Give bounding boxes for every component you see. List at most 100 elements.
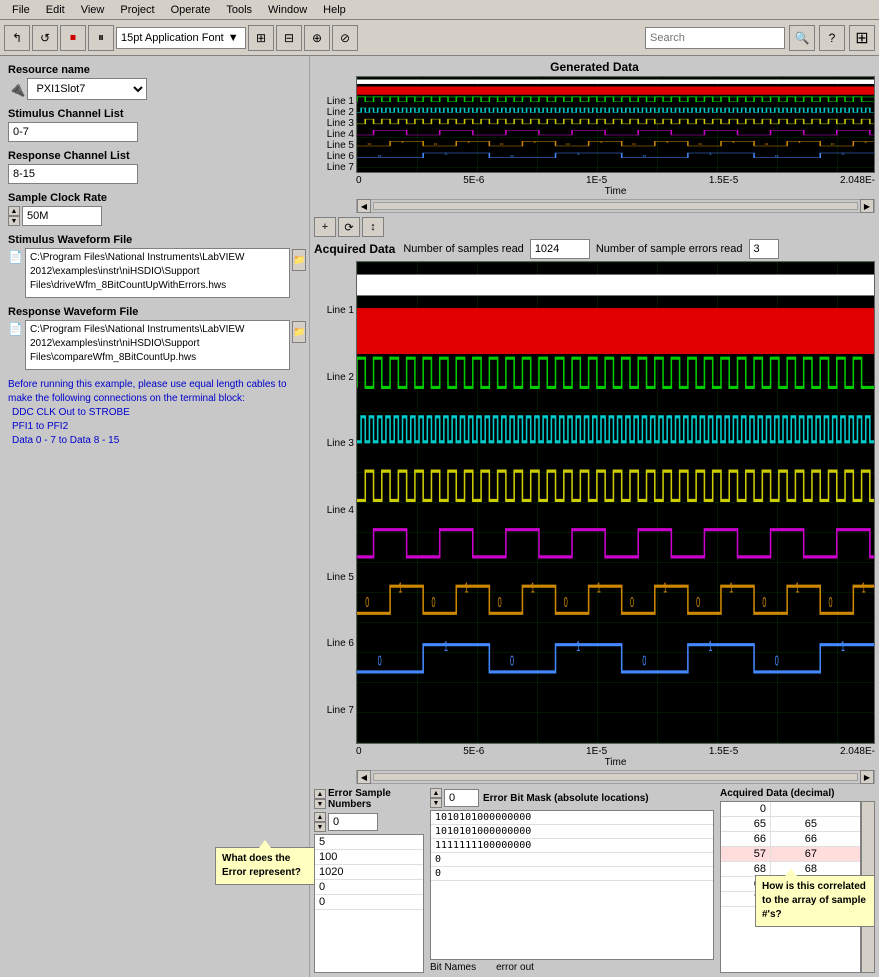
conn-item-2: PFI1 to PFI2 <box>12 420 301 434</box>
gen-line3-label: Line 3 <box>314 118 354 129</box>
stimulus-channel-input[interactable] <box>8 122 138 142</box>
error-sample-title: Error Sample Numbers <box>328 788 424 810</box>
svg-text:1: 1 <box>531 581 535 596</box>
svg-text:1: 1 <box>862 581 866 596</box>
svg-text:1: 1 <box>663 581 667 596</box>
font-selector[interactable]: 15pt Application Font ▼ <box>116 27 246 49</box>
gen-scroll-left-btn[interactable]: ◀ <box>357 199 371 213</box>
stimulus-file-icon: 📄 <box>8 250 23 264</box>
acq-scroll-right-btn[interactable]: ▶ <box>860 770 874 784</box>
sample-clock-down[interactable]: ▼ <box>8 216 20 226</box>
stimulus-browse-btn[interactable]: 📁 <box>292 249 306 271</box>
error-index-up[interactable]: ▲ <box>314 812 326 822</box>
decimal-left-0: 0 <box>721 802 771 816</box>
sample-clock-group: Sample Clock Rate ▲ ▼ <box>8 192 301 226</box>
correlation-tooltip: How is this correlated to the array of s… <box>755 875 875 927</box>
menu-window[interactable]: Window <box>260 2 315 18</box>
svg-text:0: 0 <box>831 143 835 145</box>
response-browse-btn[interactable]: 📁 <box>292 321 306 343</box>
gen-x3: 1.5E-5 <box>709 175 738 186</box>
response-file-icon: 📄 <box>8 322 23 336</box>
error-sample-item-3: 1020 <box>315 865 423 880</box>
menu-file[interactable]: File <box>4 2 38 18</box>
acq-chart-scrollbar[interactable]: ◀ ▶ <box>356 770 875 784</box>
error-index-down[interactable]: ▼ <box>314 822 326 832</box>
response-channel-label: Response Channel List <box>8 150 301 162</box>
bitmask-item-4: 0 <box>431 853 713 867</box>
bitmask-down[interactable]: ▼ <box>430 798 442 808</box>
acq-line5-label: Line 5 <box>314 572 354 583</box>
acq-scroll-left-btn[interactable]: ◀ <box>357 770 371 784</box>
reorder-btn[interactable]: ⊘ <box>332 25 358 51</box>
search-input[interactable] <box>645 27 785 49</box>
svg-text:1: 1 <box>576 153 580 155</box>
bitmask-item-1: 1010101000000000 <box>431 811 713 825</box>
error-sample-item-4: 0 <box>315 880 423 895</box>
acq-cursor-btn[interactable]: ↕ <box>362 217 384 237</box>
font-name: 15pt Application Font <box>121 32 224 44</box>
info-text: Before running this example, please use … <box>8 378 301 406</box>
gen-x4: 2.048E- <box>840 175 875 186</box>
broken-run-btn[interactable]: ↺ <box>32 25 58 51</box>
gen-x-labels: 0 5E-6 1E-5 1.5E-5 2.048E- <box>356 173 875 186</box>
acq-x3: 1.5E-5 <box>709 746 738 757</box>
menu-edit[interactable]: Edit <box>38 2 73 18</box>
decimal-right-1: 65 <box>771 817 821 831</box>
error-sample-down[interactable]: ▼ <box>314 799 326 809</box>
gen-scroll-right-btn[interactable]: ▶ <box>860 199 874 213</box>
pause-btn[interactable]: ⏸ <box>88 25 114 51</box>
svg-text:0: 0 <box>829 596 833 611</box>
decimal-right-3: 67 <box>771 847 821 861</box>
menu-project[interactable]: Project <box>112 2 162 18</box>
help-btn[interactable]: ? <box>819 25 845 51</box>
distribute-btn[interactable]: ⊟ <box>276 25 302 51</box>
svg-text:1: 1 <box>864 141 868 143</box>
decimal-right-0 <box>771 802 821 816</box>
error-bit-mask-list[interactable]: 1010101000000000 1010101000000000 111111… <box>430 810 714 960</box>
acq-zoom-in-btn[interactable]: + <box>314 217 336 237</box>
resource-name-group: Resource name 🔌 PXI1Slot7 <box>8 64 301 100</box>
menu-operate[interactable]: Operate <box>163 2 219 18</box>
svg-text:1: 1 <box>597 581 601 596</box>
svg-text:1: 1 <box>576 640 580 655</box>
svg-text:1: 1 <box>533 141 537 143</box>
acq-decimal-title: Acquired Data (decimal) <box>720 788 875 799</box>
acquired-data-chart[interactable]: 0 1 0 1 0 1 0 1 0 1 0 1 0 <box>356 261 875 744</box>
connection-list: DDC CLK Out to STROBE PFI1 to PFI2 Data … <box>12 406 301 448</box>
generated-data-chart[interactable]: 0 1 0 1 0 1 0 1 0 1 0 1 0 <box>356 76 875 173</box>
svg-text:0: 0 <box>775 654 779 669</box>
context-help-btn[interactable]: ⊞ <box>849 25 875 51</box>
menu-tools[interactable]: Tools <box>218 2 260 18</box>
toolbar-search: 🔍 ? ⊞ <box>645 25 875 51</box>
search-button[interactable]: 🔍 <box>789 25 815 51</box>
align-btn[interactable]: ⊞ <box>248 25 274 51</box>
gen-x0: 0 <box>356 175 362 186</box>
menu-help[interactable]: Help <box>315 2 354 18</box>
run-arrow-btn[interactable]: ↰ <box>4 25 30 51</box>
bitmask-up[interactable]: ▲ <box>430 788 442 798</box>
response-channel-input[interactable] <box>8 164 138 184</box>
generated-data-section: Generated Data Line 1 Line 2 Line 3 Line… <box>314 60 875 213</box>
acq-header: Acquired Data Number of samples read 102… <box>314 239 875 259</box>
abort-btn[interactable]: ⏹ <box>60 25 86 51</box>
sample-clock-label: Sample Clock Rate <box>8 192 301 204</box>
acquired-data-section: Acquired Data Number of samples read 102… <box>314 239 875 784</box>
acq-x-axis-label: Time <box>356 757 875 768</box>
sample-clock-input[interactable] <box>22 206 102 226</box>
menu-view[interactable]: View <box>73 2 113 18</box>
sample-clock-up[interactable]: ▲ <box>8 206 20 216</box>
error-sample-list[interactable]: 5 100 1020 0 0 <box>314 834 424 973</box>
resize-btn[interactable]: ⊕ <box>304 25 330 51</box>
acq-chart-area: 0 1 0 1 0 1 0 1 0 1 0 1 0 <box>356 261 875 784</box>
conn-item-3: Data 0 - 7 to Data 8 - 15 <box>12 434 301 448</box>
response-channel-group: Response Channel List <box>8 150 301 184</box>
error-sample-up[interactable]: ▲ <box>314 789 326 799</box>
acq-line3-label: Line 3 <box>314 438 354 449</box>
resource-name-dropdown[interactable]: PXI1Slot7 <box>27 78 147 100</box>
acq-zoom-out-btn[interactable]: ⟳ <box>338 217 360 237</box>
svg-text:1: 1 <box>731 141 735 143</box>
gen-chart-scrollbar[interactable]: ◀ ▶ <box>356 199 875 213</box>
gen-x1: 5E-6 <box>463 175 484 186</box>
svg-text:0: 0 <box>566 143 570 145</box>
decimal-left-4: 68 <box>721 862 771 876</box>
